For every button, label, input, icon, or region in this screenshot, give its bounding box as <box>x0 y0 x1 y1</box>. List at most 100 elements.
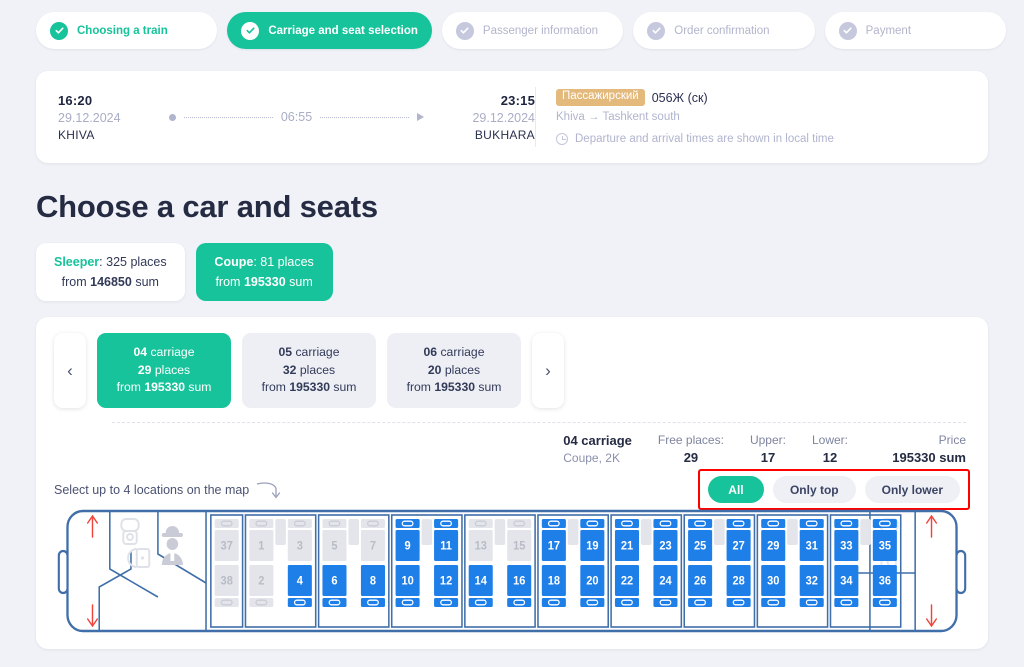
seat-37[interactable]: 37 <box>214 519 239 562</box>
compartment-table <box>421 519 433 546</box>
door-handle-right <box>955 549 967 595</box>
arrival-date: 29.12.2024 <box>472 110 535 125</box>
seat-35[interactable]: 35 <box>872 519 897 562</box>
seat-22[interactable]: 22 <box>614 565 640 608</box>
summary-lower-label: Lower: <box>811 433 848 448</box>
seat-31[interactable]: 31 <box>799 519 824 562</box>
class-colon: : <box>99 255 103 269</box>
seat-pillow <box>834 519 859 529</box>
seat-16[interactable]: 16 <box>507 565 532 608</box>
seat-number: 11 <box>440 540 452 552</box>
seat-number: 17 <box>548 540 560 552</box>
carriage-summary: 04 carriage Coupe, 2K Free places: 29 Up… <box>54 433 970 465</box>
seat-17[interactable]: 17 <box>541 519 566 562</box>
step-label: Choosing a train <box>77 24 168 37</box>
seat-38[interactable]: 38 <box>214 565 239 608</box>
step-choosing-a-train[interactable]: Choosing a train <box>36 12 218 49</box>
seat-20[interactable]: 20 <box>580 565 605 608</box>
seat-1[interactable]: 1 <box>249 519 274 562</box>
compartment-table <box>787 519 798 546</box>
seat-26[interactable]: 26 <box>688 565 713 608</box>
seat-pillow <box>287 519 312 529</box>
carriage-card-05[interactable]: 05 carriage 32 places from 195330 sum <box>242 333 376 409</box>
carriage-card-06[interactable]: 06 carriage 20 places from 195330 sum <box>387 333 521 409</box>
carriage-number: 04 <box>133 345 148 359</box>
departure-time: 16:20 <box>58 92 93 108</box>
seat-number: 9 <box>405 540 411 552</box>
seat-pillow <box>653 598 678 608</box>
compartment-table <box>348 519 360 546</box>
seat-filter-group: All Only top Only lower <box>697 469 970 510</box>
seat-25[interactable]: 25 <box>688 519 713 562</box>
seat-pillow <box>395 598 420 608</box>
seat-28[interactable]: 28 <box>726 565 751 608</box>
seat-pillow <box>507 598 532 608</box>
step-order-confirmation[interactable]: Order confirmation <box>633 12 815 49</box>
seat-number: 5 <box>331 540 337 552</box>
local-time-note: Departure and arrival times are shown in… <box>556 132 966 145</box>
seat-11[interactable]: 11 <box>434 519 459 562</box>
seat-21[interactable]: 21 <box>614 519 640 562</box>
seat-2[interactable]: 2 <box>249 565 274 608</box>
filter-only-lower-button[interactable]: Only lower <box>864 476 960 503</box>
seat-15[interactable]: 15 <box>507 519 532 562</box>
carriage-card-04[interactable]: 04 carriage 29 places from 195330 sum <box>97 333 231 409</box>
carriage-places: 29 <box>137 362 152 377</box>
seat-34[interactable]: 34 <box>834 565 859 608</box>
carriage-from: from <box>261 380 286 395</box>
step-payment[interactable]: Payment <box>824 12 1006 49</box>
carriage-prev-button[interactable]: ‹ <box>54 333 86 409</box>
seat-27[interactable]: 27 <box>726 519 751 562</box>
seat-33[interactable]: 33 <box>834 519 859 562</box>
carriage-selector: ‹ 04 carriage 29 places from 195330 sum … <box>54 333 970 409</box>
seat-pillow <box>653 519 678 529</box>
seat-map-svg[interactable]: 37381 32 45 76 89 1110 1213 1514 1617 1918 2021 232… <box>54 507 970 635</box>
seat-number: 34 <box>840 575 853 587</box>
seat-7[interactable]: 7 <box>360 519 385 562</box>
seat-23[interactable]: 23 <box>653 519 678 562</box>
seat-5[interactable]: 5 <box>322 519 347 562</box>
class-tab-sleeper[interactable]: Sleeper: 325 places from 146850 sum <box>36 243 185 301</box>
seat-9[interactable]: 9 <box>395 519 420 562</box>
filter-only-top-button[interactable]: Only top <box>772 476 856 503</box>
seat-map: 37 38 1 3 2 4 5 7 6 8 9 11 10 12 13 15 14 16 17 19 18 20 21 23 2… <box>54 507 970 635</box>
carriage-price: 195330 <box>144 380 185 395</box>
seat-12[interactable]: 12 <box>434 565 459 608</box>
carriage-next-button[interactable]: › <box>532 333 564 409</box>
compartment-table <box>860 519 871 546</box>
seat-3[interactable]: 3 <box>287 519 312 562</box>
seat-19[interactable]: 19 <box>580 519 605 562</box>
arrival-block: 23:15 29.12.2024 BUKHARA <box>430 93 535 142</box>
seat-10[interactable]: 10 <box>395 565 420 608</box>
seat-8[interactable]: 8 <box>360 565 385 608</box>
seat-36[interactable]: 36 <box>872 565 897 608</box>
seat-18[interactable]: 18 <box>541 565 566 608</box>
seat-29[interactable]: 29 <box>761 519 786 562</box>
seat-4[interactable]: 4 <box>287 565 312 608</box>
carriage-word: carriage <box>440 345 485 359</box>
compartment-table <box>640 519 652 546</box>
clock-icon <box>556 132 568 145</box>
seat-number: 12 <box>440 575 452 587</box>
seat-6[interactable]: 6 <box>322 565 347 608</box>
filter-all-button[interactable]: All <box>707 476 764 503</box>
arrival-time: 23:15 <box>500 92 535 108</box>
summary-upper-label: Upper: <box>749 433 786 448</box>
route-arrow-icon <box>417 113 424 121</box>
seat-number: 10 <box>401 575 413 587</box>
carriage-word: carriage <box>295 345 340 359</box>
seat-number: 16 <box>513 575 525 587</box>
seat-24[interactable]: 24 <box>653 565 678 608</box>
seat-32[interactable]: 32 <box>799 565 824 608</box>
class-tab-coupe[interactable]: Coupe: 81 places from 195330 sum <box>195 243 333 301</box>
step-carriage-and-seat-selection[interactable]: Carriage and seat selection <box>227 12 432 49</box>
summary-lower: Lower: 12 <box>812 433 848 465</box>
seat-14[interactable]: 14 <box>468 565 493 608</box>
seat-pillow <box>872 598 897 608</box>
seat-13[interactable]: 13 <box>468 519 493 562</box>
seat-pillow <box>507 519 532 529</box>
seat-30[interactable]: 30 <box>761 565 786 608</box>
seat-pillow <box>580 598 605 608</box>
seat-pillow <box>580 519 605 529</box>
step-passenger-information[interactable]: Passenger information <box>441 12 624 49</box>
